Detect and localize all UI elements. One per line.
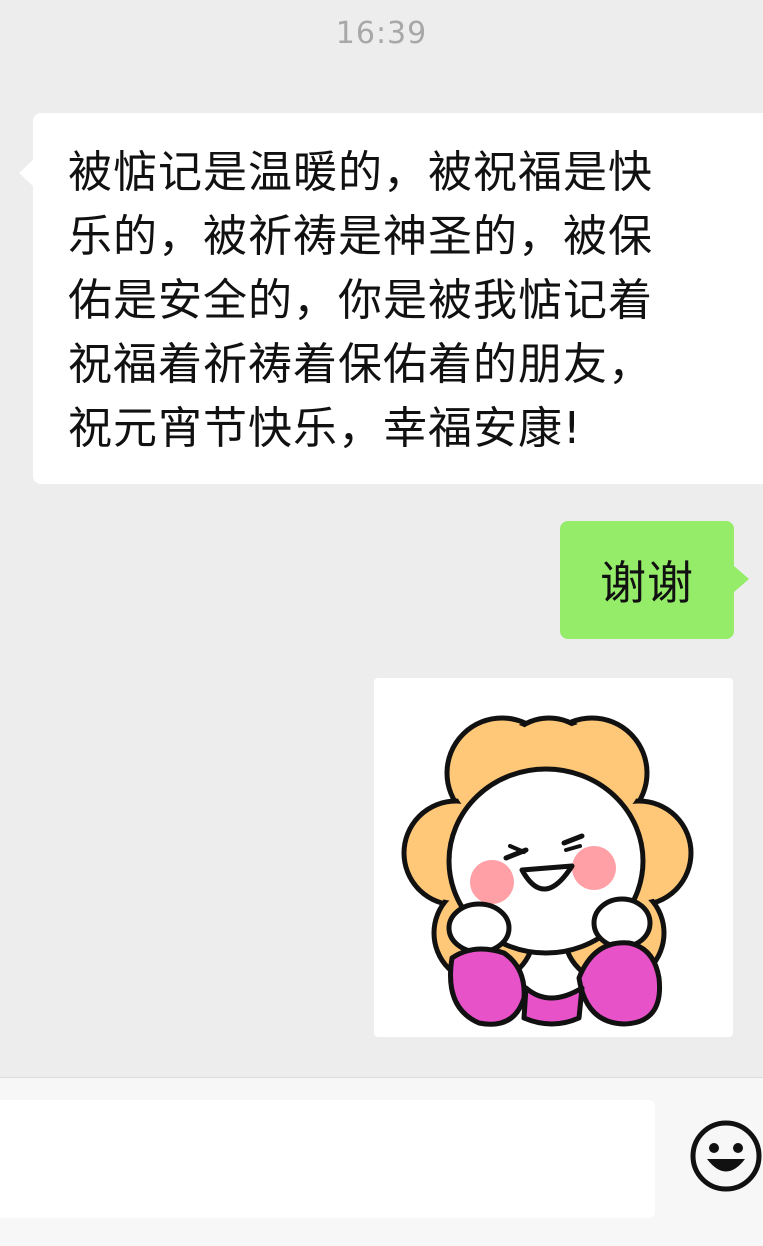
chat-input-bar (0, 1077, 763, 1246)
emoji-button[interactable] (688, 1118, 763, 1194)
incoming-message-bubble[interactable]: 被惦记是温暖的，被祝福是快 乐的，被祈祷是神圣的，被保 佑是安全的，你是被我惦记… (19, 113, 763, 484)
message-input-field[interactable] (0, 1100, 655, 1218)
incoming-message-text: 被惦记是温暖的，被祝福是快 乐的，被祈祷是神圣的，被保 佑是安全的，你是被我惦记… (68, 147, 653, 454)
outgoing-message-text: 谢谢 (600, 556, 694, 610)
outgoing-message-bubble[interactable]: 谢谢 (560, 521, 749, 639)
smiling-flower-character-sticker (401, 715, 694, 1027)
sticker-message[interactable] (374, 678, 733, 1037)
smiley-face-icon (690, 1120, 762, 1192)
message-timestamp: 16:39 (335, 16, 428, 51)
